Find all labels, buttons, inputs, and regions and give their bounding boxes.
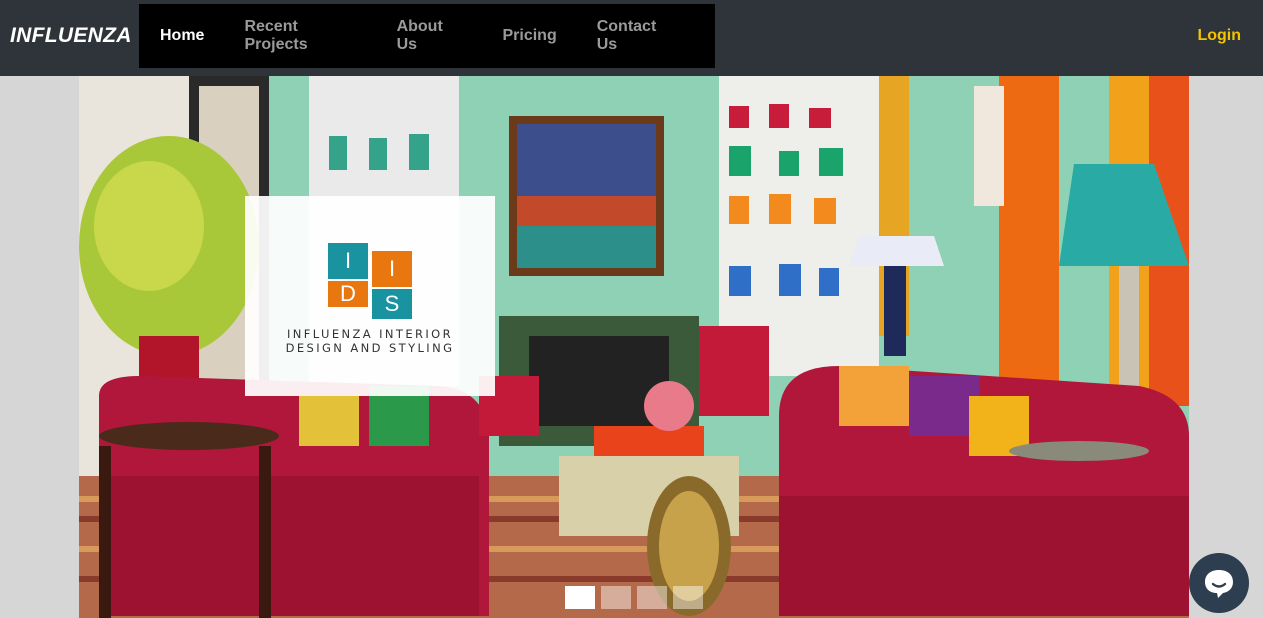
- nav-item-recent-projects[interactable]: Recent Projects: [244, 18, 356, 54]
- chat-bubble-icon: [1205, 570, 1233, 598]
- carousel-indicators: [565, 586, 703, 609]
- carousel-indicator-3[interactable]: [637, 586, 667, 609]
- brand-logo-link[interactable]: INFLUENZA: [10, 24, 132, 48]
- logo-square-i1: I: [328, 243, 368, 279]
- carousel-indicator-1[interactable]: [565, 586, 595, 609]
- brand-logo-card: I I D S INFLUENZA INTERIOR DESIGN AND ST…: [245, 196, 495, 396]
- carousel-indicator-4[interactable]: [673, 586, 703, 609]
- carousel-indicator-2[interactable]: [601, 586, 631, 609]
- logo-square-i2: I: [372, 251, 412, 287]
- navbar: INFLUENZA Home Recent Projects About Us …: [0, 0, 1263, 76]
- logo-tagline-line1: INFLUENZA INTERIOR: [286, 327, 454, 341]
- hero-carousel[interactable]: I I D S INFLUENZA INTERIOR DESIGN AND ST…: [79, 76, 1189, 618]
- logo-tagline-line2: DESIGN AND STYLING: [285, 341, 455, 355]
- logo-square-d: D: [328, 281, 368, 307]
- nav-item-contact-us[interactable]: Contact Us: [597, 18, 675, 54]
- chat-widget-button[interactable]: [1189, 553, 1249, 613]
- login-link[interactable]: Login: [1197, 27, 1241, 45]
- nav-item-home[interactable]: Home: [160, 27, 204, 45]
- main-nav-menu: Home Recent Projects About Us Pricing Co…: [139, 4, 715, 68]
- logo-square-s: S: [372, 289, 412, 319]
- nav-item-about-us[interactable]: About Us: [397, 18, 463, 54]
- iids-logo-mark: I I D S: [328, 243, 412, 319]
- nav-item-pricing[interactable]: Pricing: [502, 27, 556, 45]
